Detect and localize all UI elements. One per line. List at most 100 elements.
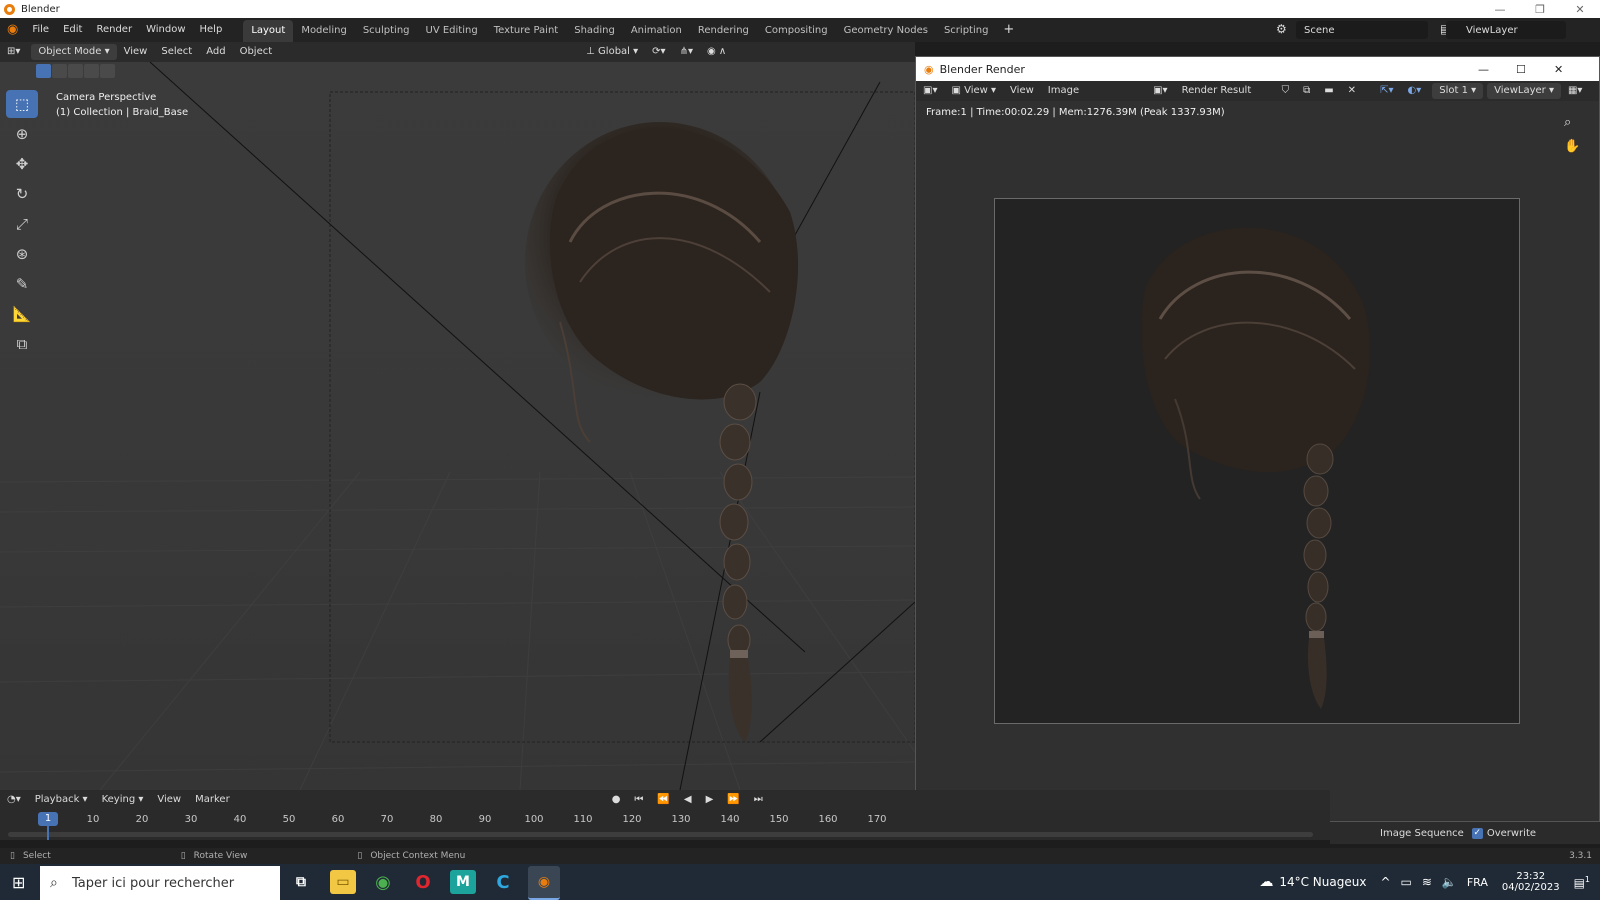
- menu-window[interactable]: Window: [139, 18, 192, 42]
- tab-animation[interactable]: Animation: [623, 20, 690, 42]
- volume-icon[interactable]: 🔈: [1442, 875, 1457, 889]
- timeline-scrollbar[interactable]: [8, 832, 1313, 837]
- viewport-menu-add[interactable]: Add: [199, 44, 232, 60]
- timeline-menu-marker[interactable]: Marker: [188, 792, 237, 808]
- render-minimize-icon[interactable]: —: [1478, 63, 1489, 76]
- image-menu-image[interactable]: Image: [1041, 83, 1086, 99]
- menu-edit[interactable]: Edit: [56, 18, 89, 42]
- language-indicator[interactable]: FRA: [1467, 876, 1488, 889]
- annotate-icon[interactable]: ✎: [6, 270, 38, 298]
- transform-orientation-dropdown[interactable]: ⊥ Global ▾: [579, 44, 645, 60]
- jump-start-icon[interactable]: ⏮: [627, 792, 650, 808]
- select-intersect-icon[interactable]: [100, 64, 115, 78]
- close-icon[interactable]: ✕: [1560, 0, 1600, 18]
- minimize-icon[interactable]: —: [1480, 0, 1520, 18]
- rotate-icon[interactable]: ↻: [6, 180, 38, 208]
- new-image-icon[interactable]: ⧉: [1296, 83, 1317, 99]
- next-keyframe-icon[interactable]: ⏩: [720, 792, 746, 808]
- editor-type-icon[interactable]: ⊞▾: [0, 44, 27, 60]
- battery-icon[interactable]: ▭: [1401, 875, 1412, 889]
- timeline-editor-icon[interactable]: ◔▾: [0, 792, 28, 808]
- select-box-icon[interactable]: ⬚: [6, 90, 38, 118]
- zoom-icon[interactable]: ⌕: [1564, 115, 1571, 130]
- play-reverse-icon[interactable]: ◀: [677, 792, 699, 808]
- timeline-ruler[interactable]: 10 20 30 40 50 60 70 80 90 100 110 120 1…: [0, 810, 1330, 840]
- measure-icon[interactable]: 📐: [6, 300, 38, 328]
- jump-end-icon[interactable]: ⏭: [747, 792, 770, 808]
- file-explorer-icon[interactable]: ▭: [330, 870, 356, 894]
- render-result-field[interactable]: Render Result: [1175, 83, 1275, 99]
- scene-selector[interactable]: Scene: [1296, 21, 1428, 39]
- fake-user-icon[interactable]: ⛉: [1275, 83, 1297, 99]
- tab-compositing[interactable]: Compositing: [757, 20, 836, 42]
- image-editor-type-icon[interactable]: ▣▾: [916, 83, 944, 99]
- slot-dropdown[interactable]: Slot 1 ▾: [1432, 83, 1484, 99]
- open-image-icon[interactable]: ▬: [1317, 83, 1340, 99]
- record-icon[interactable]: ●: [605, 792, 628, 808]
- tab-uv-editing[interactable]: UV Editing: [418, 20, 486, 42]
- viewport-menu-select[interactable]: Select: [154, 44, 199, 60]
- prev-keyframe-icon[interactable]: ⏪: [650, 792, 676, 808]
- wifi-icon[interactable]: ≋: [1422, 875, 1432, 889]
- 3d-viewport[interactable]: [0, 62, 915, 790]
- windows-start-icon[interactable]: ⊞: [12, 873, 25, 892]
- hair-model[interactable]: [525, 122, 799, 742]
- tab-shading[interactable]: Shading: [566, 20, 623, 42]
- viewport-menu-object[interactable]: Object: [233, 44, 280, 60]
- tab-texture-paint[interactable]: Texture Paint: [486, 20, 567, 42]
- restore-icon[interactable]: ❐: [1520, 0, 1560, 18]
- render-maximize-icon[interactable]: ☐: [1516, 63, 1526, 76]
- move-icon[interactable]: ✥: [6, 150, 38, 178]
- viewport-menu-view[interactable]: View: [117, 44, 155, 60]
- select-subtract-icon[interactable]: [68, 64, 83, 78]
- blender-menu-icon[interactable]: ◉: [0, 18, 25, 42]
- add-cube-icon[interactable]: ⧉: [6, 330, 38, 358]
- chrome-icon[interactable]: ◉: [370, 870, 396, 894]
- unlink-image-icon[interactable]: ✕: [1341, 83, 1363, 99]
- view-layer-selector[interactable]: ViewLayer: [1446, 21, 1566, 39]
- task-view-icon[interactable]: ⧉: [288, 870, 314, 894]
- add-workspace-icon[interactable]: +: [996, 18, 1021, 42]
- cursor-icon[interactable]: ⊕: [6, 120, 38, 148]
- tab-geometry-nodes[interactable]: Geometry Nodes: [836, 20, 936, 42]
- notification-icon[interactable]: ▤1: [1574, 875, 1590, 890]
- cinema-app-icon[interactable]: C: [490, 870, 516, 894]
- timeline-menu-view[interactable]: View: [150, 792, 188, 808]
- scene-icon[interactable]: ⚙: [1276, 22, 1287, 36]
- opera-icon[interactable]: O: [410, 870, 436, 894]
- menu-render[interactable]: Render: [89, 18, 139, 42]
- scale-icon[interactable]: ⤢: [6, 210, 38, 238]
- image-menu-view[interactable]: View: [1003, 83, 1041, 99]
- tab-modeling[interactable]: Modeling: [293, 20, 355, 42]
- overwrite-checkbox[interactable]: ✓: [1471, 827, 1483, 839]
- current-frame-indicator[interactable]: 1: [38, 812, 58, 826]
- playback-menu[interactable]: Playback ▾: [28, 792, 95, 808]
- menu-file[interactable]: File: [25, 18, 56, 42]
- select-extend-icon[interactable]: [52, 64, 67, 78]
- select-new-icon[interactable]: [36, 64, 51, 78]
- select-difference-icon[interactable]: [84, 64, 99, 78]
- pan-hand-icon[interactable]: ✋: [1564, 139, 1580, 154]
- tab-rendering[interactable]: Rendering: [690, 20, 757, 42]
- menu-help[interactable]: Help: [193, 18, 230, 42]
- image-editor-view-dropdown[interactable]: ▣ View ▾: [944, 83, 1003, 99]
- play-icon[interactable]: ▶: [699, 792, 721, 808]
- proportional-edit-icon[interactable]: ◉ ∧: [700, 44, 733, 60]
- tab-scripting[interactable]: Scripting: [936, 20, 996, 42]
- render-close-icon[interactable]: ✕: [1554, 63, 1563, 76]
- transform-icon[interactable]: ⊛: [6, 240, 38, 268]
- tab-sculpting[interactable]: Sculpting: [355, 20, 418, 42]
- chevron-up-icon[interactable]: ^: [1380, 875, 1390, 889]
- overlay-icon[interactable]: ◐▾: [1400, 83, 1428, 99]
- render-layer-dropdown[interactable]: ViewLayer ▾: [1487, 83, 1561, 99]
- taskbar-search[interactable]: ⌕ Taper ici pour rechercher: [40, 866, 280, 900]
- image-browse-icon[interactable]: ▣▾: [1146, 83, 1174, 99]
- display-channels-icon[interactable]: ▦▾: [1561, 83, 1589, 99]
- gizmo-icon[interactable]: ⇱▾: [1373, 83, 1400, 99]
- blender-taskbar-icon[interactable]: ◉: [528, 866, 560, 900]
- keying-menu[interactable]: Keying ▾: [95, 792, 151, 808]
- maya-icon[interactable]: M: [450, 870, 476, 894]
- tab-layout[interactable]: Layout: [243, 20, 294, 42]
- pivot-icon[interactable]: ⟳▾: [645, 44, 672, 60]
- snap-icon[interactable]: ⋔▾: [673, 44, 700, 60]
